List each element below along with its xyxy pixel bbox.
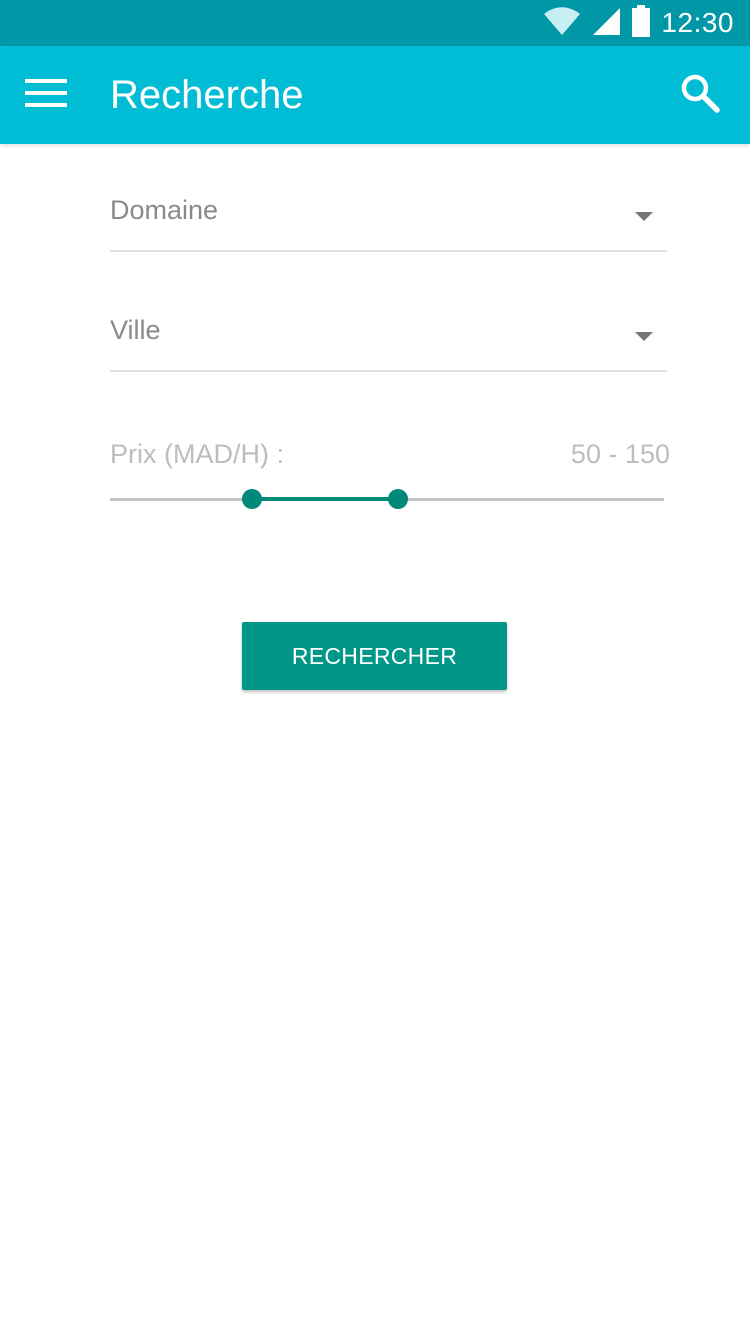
menu-button[interactable] (14, 63, 78, 127)
domain-select[interactable]: Domaine (110, 190, 667, 252)
domain-select-label: Domaine (110, 195, 219, 225)
menu-icon (25, 78, 67, 113)
dropdown-arrow-icon (635, 212, 653, 221)
price-range-slider[interactable] (110, 480, 664, 520)
status-time: 12:30 (661, 7, 734, 38)
city-select[interactable]: Ville (110, 310, 667, 372)
status-icons: 12:30 (543, 0, 734, 46)
price-range-value: 50 - 150 (570, 439, 670, 469)
search-button[interactable] (668, 63, 732, 127)
slider-selected-range (252, 497, 399, 501)
page-title: Recherche (110, 73, 304, 117)
status-bar: 12:30 (0, 0, 750, 46)
slider-thumb-min[interactable] (242, 489, 263, 509)
app-bar: Recherche (0, 46, 750, 144)
slider-thumb-max[interactable] (388, 489, 409, 509)
wifi-icon (543, 6, 581, 41)
price-label: Prix (MAD/H) : (110, 439, 284, 469)
signal-icon (591, 6, 621, 41)
dropdown-arrow-icon (635, 332, 653, 341)
city-select-label: Ville (110, 315, 161, 345)
search-icon (679, 72, 721, 119)
battery-icon (631, 4, 651, 42)
search-submit-button[interactable]: RECHERCHER (242, 622, 507, 690)
